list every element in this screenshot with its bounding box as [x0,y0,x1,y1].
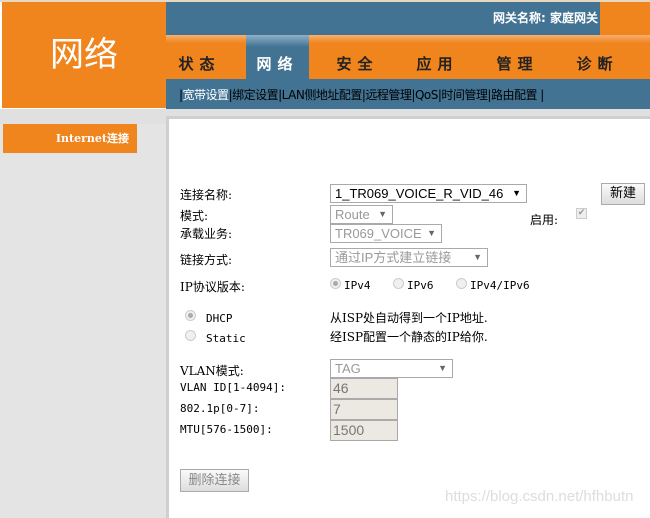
static-radio[interactable] [185,330,196,341]
ipver-label: IP协议版本: [180,280,245,294]
dhcp-desc: 从ISP处自动得到一个IP地址. [330,311,488,325]
sidebar-item-internet[interactable]: Internet连接 [3,124,137,153]
tab-security[interactable]: 安全 [326,35,389,79]
service-select[interactable]: TR069_VOICE ▼ [330,224,442,243]
dhcp-label: DHCP [206,312,233,325]
tab-diagnosis[interactable]: 诊断 [566,35,629,79]
conn-name-select[interactable]: 1_TR069_VOICE_R_VID_46 ▼ [330,184,527,203]
dhcp-radio[interactable] [185,310,196,321]
enable-checkbox[interactable]: ✔ [576,208,587,219]
ipv4-label: IPv4 [344,279,371,292]
link-label: 链接方式: [180,253,233,267]
service-label: 承载业务: [180,227,233,241]
new-button[interactable]: 新建 [601,183,645,205]
tab-application[interactable]: 应用 [406,35,469,79]
p8021-input[interactable]: 7 [330,399,398,420]
service-value: TR069_VOICE [335,226,422,241]
chevron-down-icon: ▼ [427,228,436,238]
watermark: https://blog.csdn.net/hfhbutn [445,488,634,505]
chevron-down-icon: ▼ [378,209,387,219]
static-label: Static [206,332,246,345]
vlan-mode-select[interactable]: TAG ▼ [330,359,453,378]
subnav-qos[interactable]: QoS [415,88,438,102]
vlan-id-input[interactable]: 46 [330,378,398,399]
mode-select[interactable]: Route ▼ [330,205,393,224]
header-accent [600,2,650,35]
p8021-label: 802.1p[0-7]: [180,402,260,415]
ipv6-label: IPv6 [407,279,434,292]
chevron-down-icon: ▼ [512,188,521,198]
mode-value: Route [335,207,370,222]
tab-status[interactable]: 状态 [168,35,231,79]
chevron-down-icon: ▼ [473,252,482,262]
mode-label: 模式: [180,209,209,223]
ipv4v6-radio[interactable] [456,278,467,289]
tab-network[interactable]: 网络 [246,35,309,79]
mtu-input[interactable]: 1500 [330,420,398,441]
delete-connection-button[interactable]: 删除连接 [180,469,249,492]
subnav-broadband[interactable]: 宽带设置 [183,88,230,102]
ipv6-radio[interactable] [393,278,404,289]
section-logo: 网络 [2,2,166,108]
subnav-remote[interactable]: 远程管理 [365,88,412,102]
mtu-label: MTU[576-1500]: [180,423,273,436]
tab-management[interactable]: 管理 [486,35,549,79]
main-tabs: 状态 网络 安全 应用 管理 诊断 [166,35,650,79]
gateway-name: 网关名称: 家庭网关 [166,2,600,35]
subnav-lan[interactable]: LAN侧地址配置 [282,88,363,102]
sub-nav: |宽带设置|绑定设置|LAN侧地址配置|远程管理|QoS|时间管理|路由配置 | [166,79,650,109]
link-value: 通过IP方式建立链接 [335,250,452,265]
ipv4v6-label: IPv4/IPv6 [470,279,530,292]
conn-name-value: 1_TR069_VOICE_R_VID_46 [335,186,504,201]
enable-label: 启用: [530,213,559,227]
subnav-binding[interactable]: 绑定设置 [232,88,279,102]
vlan-id-label: VLAN ID[1-4094]: [180,381,286,394]
link-select[interactable]: 通过IP方式建立链接 ▼ [330,248,488,267]
subnav-route[interactable]: 路由配置 [491,88,538,102]
conn-name-label: 连接名称: [180,188,233,202]
sidebar [0,124,167,518]
vlan-mode-value: TAG [335,361,361,376]
subnav-time[interactable]: 时间管理 [441,88,488,102]
ipv4-radio[interactable] [330,278,341,289]
chevron-down-icon: ▼ [438,363,447,373]
static-desc: 经ISP配置一个静态的IP给你. [330,330,488,344]
vlan-mode-label: VLAN模式: [180,364,244,378]
